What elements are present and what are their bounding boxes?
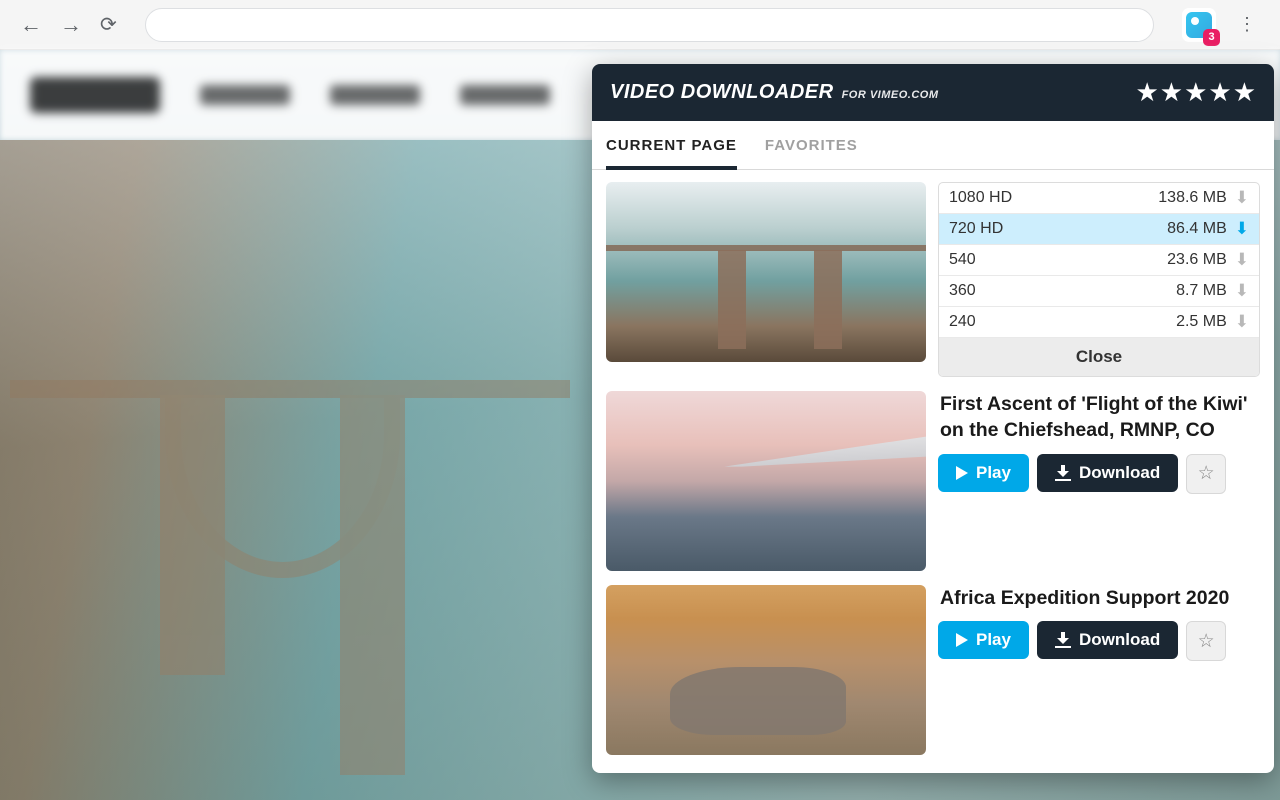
extension-badge: 3 <box>1203 29 1220 46</box>
download-icon <box>1055 632 1071 648</box>
video-item: Africa Expedition Support 2020 Play Down… <box>606 585 1260 755</box>
quality-size: 8.7 MB <box>1044 282 1235 300</box>
tab-bar: CURRENT PAGE FAVORITES <box>592 121 1274 170</box>
popup-header: VIDEO DOWNLOADER FOR VIMEO.COM ★ ★ ★ ★ ★ <box>592 64 1274 121</box>
star-icon[interactable]: ★ <box>1233 77 1256 108</box>
browser-toolbar: ← → ⟳ 3 ⋮ <box>0 0 1280 50</box>
download-button[interactable]: Download <box>1037 621 1178 659</box>
quality-option-360[interactable]: 360 8.7 MB ⬇ <box>939 276 1259 307</box>
star-outline-icon: ☆ <box>1198 630 1215 653</box>
tab-favorites[interactable]: FAVORITES <box>765 121 858 169</box>
quality-size: 86.4 MB <box>1044 220 1235 238</box>
star-icon[interactable]: ★ <box>1135 77 1158 108</box>
popup-title: VIDEO DOWNLOADER FOR VIMEO.COM <box>610 81 939 104</box>
download-arrow-icon: ⬇ <box>1235 219 1249 239</box>
extension-popup: VIDEO DOWNLOADER FOR VIMEO.COM ★ ★ ★ ★ ★… <box>592 64 1274 773</box>
quality-label: 1080 HD <box>949 189 1044 207</box>
quality-label: 720 HD <box>949 220 1044 238</box>
browser-menu-icon[interactable]: ⋮ <box>1234 14 1260 35</box>
star-outline-icon: ☆ <box>1198 462 1215 485</box>
download-button[interactable]: Download <box>1037 454 1178 492</box>
reload-button[interactable]: ⟳ <box>100 12 117 37</box>
url-input[interactable] <box>145 8 1154 42</box>
play-button[interactable]: Play <box>938 454 1029 492</box>
rating-stars[interactable]: ★ ★ ★ ★ ★ <box>1135 77 1256 108</box>
quality-size: 23.6 MB <box>1044 251 1235 269</box>
extension-icon[interactable]: 3 <box>1182 8 1216 42</box>
favorite-button[interactable]: ☆ <box>1186 621 1226 661</box>
quality-option-720[interactable]: 720 HD 86.4 MB ⬇ <box>939 214 1259 245</box>
star-icon[interactable]: ★ <box>1208 77 1231 108</box>
quality-options: 1080 HD 138.6 MB ⬇ 720 HD 86.4 MB ⬇ 540 … <box>938 182 1260 377</box>
popup-title-main: VIDEO DOWNLOADER <box>610 81 834 104</box>
star-icon[interactable]: ★ <box>1160 77 1183 108</box>
back-button[interactable]: ← <box>20 12 42 38</box>
quality-size: 2.5 MB <box>1044 313 1235 331</box>
play-button[interactable]: Play <box>938 621 1029 659</box>
quality-size: 138.6 MB <box>1044 189 1235 207</box>
quality-label: 240 <box>949 313 1044 331</box>
tab-current-page[interactable]: CURRENT PAGE <box>606 121 737 170</box>
video-list: 1080 HD 138.6 MB ⬇ 720 HD 86.4 MB ⬇ 540 … <box>592 170 1274 773</box>
video-thumbnail[interactable] <box>606 182 926 362</box>
download-arrow-icon: ⬇ <box>1235 281 1249 301</box>
play-label: Play <box>976 630 1011 650</box>
download-arrow-icon: ⬇ <box>1235 250 1249 270</box>
quality-option-240[interactable]: 240 2.5 MB ⬇ <box>939 307 1259 338</box>
download-arrow-icon: ⬇ <box>1235 188 1249 208</box>
popup-subtitle: FOR VIMEO.COM <box>842 89 939 101</box>
play-icon <box>956 466 968 480</box>
play-icon <box>956 633 968 647</box>
download-label: Download <box>1079 630 1160 650</box>
download-icon <box>1055 465 1071 481</box>
video-thumbnail[interactable] <box>606 585 926 755</box>
star-icon[interactable]: ★ <box>1184 77 1207 108</box>
favorite-button[interactable]: ☆ <box>1186 454 1226 494</box>
quality-label: 360 <box>949 282 1044 300</box>
play-label: Play <box>976 463 1011 483</box>
video-thumbnail[interactable] <box>606 391 926 571</box>
video-title: Africa Expedition Support 2020 <box>938 585 1260 611</box>
close-quality-button[interactable]: Close <box>939 338 1259 376</box>
quality-label: 540 <box>949 251 1044 269</box>
forward-button[interactable]: → <box>60 12 82 38</box>
video-title: First Ascent of 'Flight of the Kiwi' on … <box>938 391 1260 444</box>
quality-option-1080[interactable]: 1080 HD 138.6 MB ⬇ <box>939 183 1259 214</box>
video-item: 1080 HD 138.6 MB ⬇ 720 HD 86.4 MB ⬇ 540 … <box>606 182 1260 377</box>
download-arrow-icon: ⬇ <box>1235 312 1249 332</box>
quality-option-540[interactable]: 540 23.6 MB ⬇ <box>939 245 1259 276</box>
download-label: Download <box>1079 463 1160 483</box>
video-item: First Ascent of 'Flight of the Kiwi' on … <box>606 391 1260 571</box>
